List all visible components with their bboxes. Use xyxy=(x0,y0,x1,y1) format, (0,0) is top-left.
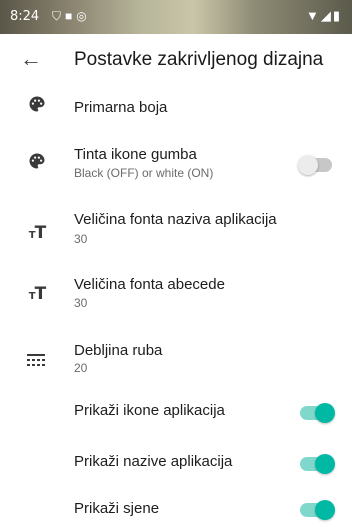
setting-show-app-names[interactable]: Prikaži nazive aplikacija xyxy=(0,449,352,479)
status-time: 8:24 xyxy=(10,9,40,24)
setting-label: Primarna boja xyxy=(74,99,168,116)
back-arrow-icon[interactable]: ← xyxy=(20,46,42,72)
button-icon-tint-switch[interactable] xyxy=(298,155,332,175)
app-bar: ← Postavke zakrivljenog dizajna xyxy=(0,34,352,86)
border-style-icon xyxy=(27,354,45,369)
setting-button-icon-tint[interactable]: Tinta ikone gumba Black (OFF) or white (… xyxy=(0,140,352,188)
setting-summary: 30 xyxy=(74,232,88,246)
setting-label: Prikaži ikone aplikacija xyxy=(74,402,225,419)
setting-summary: 20 xyxy=(74,361,88,375)
setting-label: Veličina fonta naziva aplikacija xyxy=(74,211,277,228)
setting-label: Debljina ruba xyxy=(74,342,163,359)
setting-label: Prikaži sjene xyxy=(74,500,160,517)
vpn-icon: ⛉ xyxy=(52,9,66,23)
sync-icon: ◎ xyxy=(76,9,91,23)
show-app-names-switch[interactable] xyxy=(300,454,335,474)
page-title: Postavke zakrivljenog dizajna xyxy=(74,49,324,70)
setting-primary-color[interactable]: Primarna boja xyxy=(0,90,352,130)
lock-icon: ■ xyxy=(65,9,77,23)
setting-show-app-icons[interactable]: Prikaži ikone aplikacija xyxy=(0,398,352,428)
text-size-icon: TT xyxy=(28,223,46,243)
setting-border-thickness[interactable]: Debljina ruba 20 xyxy=(0,336,352,384)
status-notification-icons: ⛉■◎ xyxy=(52,9,91,24)
palette-icon xyxy=(26,95,48,118)
text-size-icon: TT xyxy=(28,284,46,304)
setting-show-shadows[interactable]: Prikaži sjene xyxy=(0,497,352,527)
wifi-icon: ▼ xyxy=(305,8,321,23)
setting-alphabet-font-size[interactable]: TT Veličina fonta abecede 30 xyxy=(0,270,352,318)
status-bar: 8:24 ⛉■◎ ▼◢▮ xyxy=(0,0,352,34)
setting-summary: 30 xyxy=(74,296,88,310)
status-system-icons: ▼◢▮ xyxy=(306,8,342,24)
setting-label: Veličina fonta abecede xyxy=(74,276,225,293)
palette-icon xyxy=(26,152,48,175)
signal-icon: ◢ xyxy=(320,8,333,23)
setting-label: Tinta ikone gumba xyxy=(74,146,197,163)
setting-label: Prikaži nazive aplikacija xyxy=(74,453,233,470)
setting-summary: Black (OFF) or white (ON) xyxy=(74,166,214,180)
show-app-icons-switch[interactable] xyxy=(300,403,335,423)
battery-icon: ▮ xyxy=(332,8,342,23)
setting-app-name-font-size[interactable]: TT Veličina fonta naziva aplikacija 30 xyxy=(0,205,352,253)
